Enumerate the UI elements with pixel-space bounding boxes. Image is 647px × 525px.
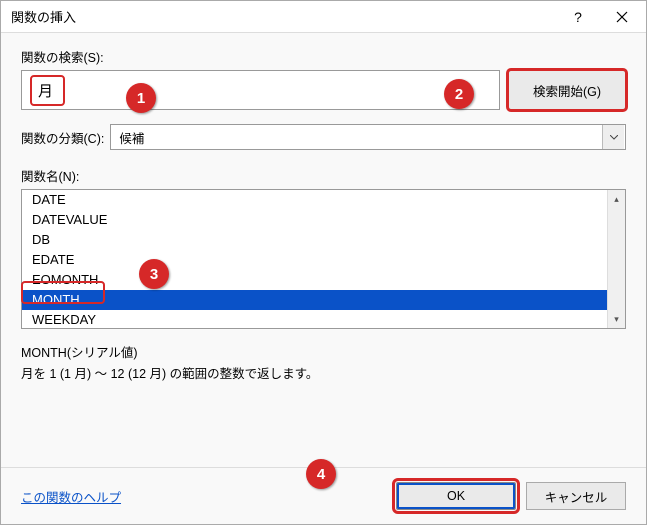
list-item[interactable]: DATE — [22, 190, 625, 210]
titlebar: 関数の挿入 ? — [1, 1, 646, 33]
category-value: 候補 — [111, 128, 152, 147]
close-button[interactable] — [600, 2, 644, 32]
list-item[interactable]: EDATE — [22, 250, 625, 270]
annotation-badge-2: 2 — [444, 79, 474, 109]
list-item[interactable]: MONTH — [22, 290, 625, 310]
close-icon — [616, 11, 628, 23]
ok-button[interactable]: OK — [396, 482, 516, 510]
search-start-label: 検索開始(G) — [533, 85, 601, 99]
scrollbar[interactable]: ▴ ▾ — [607, 190, 625, 328]
search-input[interactable]: 月 — [21, 70, 500, 110]
function-description: MONTH(シリアル値) 月を 1 (1 月) ～ 12 (12 月) の範囲の… — [21, 343, 626, 386]
function-help-text: 月を 1 (1 月) ～ 12 (12 月) の範囲の整数で返します。 — [21, 364, 626, 385]
dialog-body: 関数の検索(S): 月 検索開始(G) 関数の分類(C): 候補 関数名(N):… — [1, 33, 646, 467]
list-item[interactable]: DATEVALUE — [22, 210, 625, 230]
category-label: 関数の分類(C): — [21, 128, 104, 147]
annotation-badge-1: 1 — [126, 83, 156, 113]
dialog-title: 関数の挿入 — [11, 7, 556, 26]
list-item[interactable]: DB — [22, 230, 625, 250]
list-item[interactable]: EOMONTH — [22, 270, 625, 290]
search-start-button[interactable]: 検索開始(G) — [508, 70, 626, 110]
scroll-up-icon: ▴ — [608, 190, 625, 208]
list-item[interactable]: WEEKDAY — [22, 310, 625, 329]
insert-function-dialog: 関数の挿入 ? 関数の検索(S): 月 検索開始(G) 関数の分類(C): 候補 — [0, 0, 647, 525]
function-signature: MONTH(シリアル値) — [21, 343, 626, 364]
search-label: 関数の検索(S): — [21, 47, 626, 66]
function-listbox[interactable]: DATEDATEVALUEDBEDATEEOMONTHMONTHWEEKDAY … — [21, 189, 626, 329]
annotation-badge-4: 4 — [306, 459, 336, 489]
category-select[interactable]: 候補 — [110, 124, 626, 150]
chevron-down-icon — [602, 125, 624, 149]
help-link[interactable]: この関数のヘルプ — [21, 487, 386, 506]
annotation-badge-3: 3 — [139, 259, 169, 289]
search-value: 月 — [30, 75, 65, 106]
cancel-button[interactable]: キャンセル — [526, 482, 626, 510]
help-button[interactable]: ? — [556, 2, 600, 32]
scroll-down-icon: ▾ — [608, 310, 625, 328]
funclist-label: 関数名(N): — [21, 166, 626, 185]
